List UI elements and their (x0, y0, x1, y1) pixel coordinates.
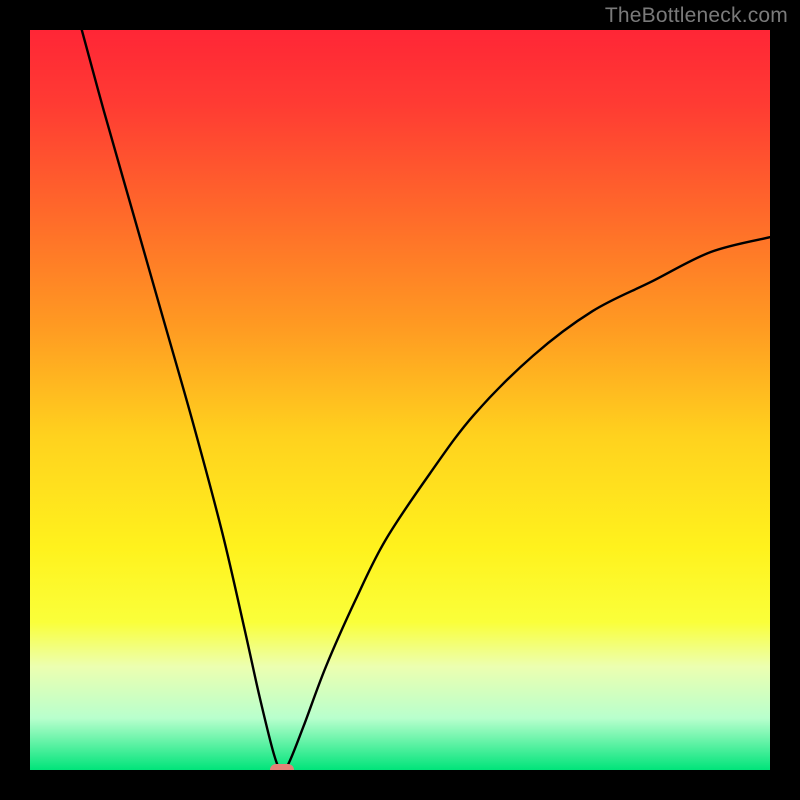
bottleneck-curve (30, 30, 770, 770)
plot-area (30, 30, 770, 770)
chart-frame: TheBottleneck.com (0, 0, 800, 800)
watermark-text: TheBottleneck.com (605, 4, 788, 28)
optimal-point-marker (270, 764, 294, 770)
